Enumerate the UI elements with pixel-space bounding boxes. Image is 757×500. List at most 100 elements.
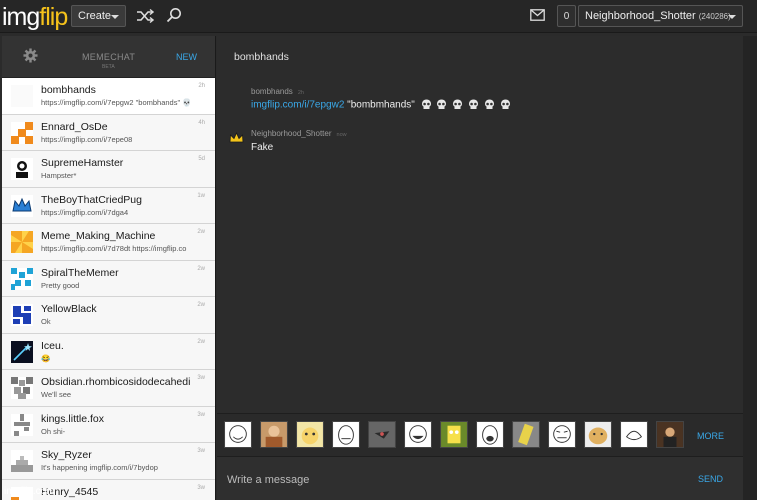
skull-icon [453, 99, 463, 109]
message-link[interactable]: imgflip.com/i/7epgw2 [251, 100, 344, 111]
thread-spiralthememer[interactable]: SpiralTheMemer Pretty good 2w [2, 260, 215, 297]
top-bar: imgflip Create 0 Neighborhood_Shotter (2… [0, 0, 757, 33]
thread-name: SupremeHamster [41, 157, 124, 169]
thread-preview: It's happening imgflip.com/i/7bydop [41, 463, 158, 472]
thread-theboythatcriedpug[interactable]: TheBoyThatCriedPug https://imgflip.com/i… [2, 187, 215, 224]
thread-time: 2w [197, 265, 205, 272]
thread-time: 2w [197, 302, 205, 308]
thread-kings-little-fox[interactable]: kings.little.fox Oh shi- 3w [2, 406, 215, 443]
create-button[interactable]: Create [71, 5, 126, 27]
meme-thumbnail[interactable] [404, 421, 432, 448]
thread-name: TheBoyThatCriedPug [41, 193, 142, 206]
avatar [11, 85, 33, 107]
mail-icon[interactable] [530, 9, 545, 21]
message-input[interactable] [227, 472, 667, 488]
send-button[interactable]: SEND [698, 474, 723, 484]
thread-supremehamster[interactable]: SupremeHamster Hampster* 5d [2, 151, 215, 188]
thread-time: 3w [197, 484, 205, 491]
meme-thumbnail[interactable] [368, 421, 396, 448]
message-composer: SEND [217, 456, 743, 500]
avatar [11, 450, 33, 472]
gear-icon[interactable] [23, 48, 38, 63]
meme-thumbnail[interactable] [296, 421, 324, 448]
sidebar-header: MEMECHAT BETA NEW [2, 36, 215, 78]
thread-time: 5d [198, 156, 205, 162]
avatar [11, 340, 33, 363]
meme-thumbnail[interactable] [440, 421, 468, 448]
skull-icon [468, 99, 478, 109]
thread-preview: Pretty good [41, 280, 80, 290]
thread-name: Sky_Ryzer [41, 449, 92, 461]
memechat-sidebar: MEMECHAT BETA NEW bombhands https://imgf… [2, 36, 216, 500]
thread-yellowblack[interactable]: YellowBlack Ok 2w [2, 297, 215, 334]
new-chat-button[interactable]: NEW [176, 52, 197, 62]
message-time: now [336, 132, 347, 138]
thread-preview: Ok [41, 317, 51, 326]
beta-label: BETA [102, 64, 115, 70]
thread-iceu[interactable]: Iceu. 😂 2w [2, 333, 215, 370]
thread-preview: We'll see [41, 390, 72, 399]
thread-name: kings.little.fox [41, 412, 105, 425]
username: Neighborhood_Shotter [585, 10, 696, 22]
thread-time: 2h [198, 83, 205, 89]
avatar [11, 231, 33, 253]
shuffle-icon[interactable] [136, 8, 154, 24]
author-name: Neighborhood_Shotter [251, 129, 332, 138]
message-author: Neighborhood_Shotter now [251, 129, 347, 138]
thread-sky-ryzer[interactable]: Sky_Ryzer It's happening imgflip.com/i/7… [2, 443, 215, 480]
thread-meme-making-machine[interactable]: Meme_Making_Machine https://imgflip.com/… [2, 224, 215, 261]
thread-time: 3w [197, 411, 205, 418]
chevron-down-icon [728, 15, 736, 19]
avatar [11, 121, 33, 144]
thread-ennard-osde[interactable]: Ennard_OsDe https://imgflip.com/i/7epe08… [2, 114, 215, 151]
skull-icon [500, 99, 510, 109]
thread-preview: Hampster* [41, 171, 77, 180]
meme-thumbnail[interactable] [476, 421, 504, 448]
thread-time: 2w [197, 338, 205, 345]
message-body: imgflip.com/i/7epgw2 "bombmhands" [251, 99, 513, 111]
meme-thumbnail[interactable] [656, 421, 684, 448]
thread-name: Iceu. [41, 339, 64, 352]
memechat-title: MEMECHAT [82, 52, 136, 62]
more-memes-button[interactable]: MORE [697, 431, 724, 441]
skull-icon [437, 99, 447, 109]
thread-name: YellowBlack [41, 303, 97, 315]
thread-obsidian[interactable]: Obsidian.rhombicosidodecahedi We'll see … [2, 370, 215, 407]
avatar [11, 377, 33, 399]
thread-name: Ennard_OsDe [41, 120, 108, 133]
skull-icon [484, 99, 494, 109]
meme-thumbnail[interactable] [512, 421, 540, 448]
search-icon[interactable] [166, 7, 182, 23]
thread-preview: https://imgflip.com/i/7epe08 [41, 134, 133, 144]
meme-thumbnail[interactable] [620, 421, 648, 448]
conversation-title: bombhands [234, 51, 289, 63]
avatar [11, 413, 33, 436]
thread-preview: https://imgflip.com/i/7d78dt https://img… [41, 244, 187, 253]
thread-time: 3w [197, 375, 205, 381]
thread-time: 4h [198, 119, 205, 126]
avatar [11, 304, 33, 326]
meme-thumbnail[interactable] [224, 421, 252, 448]
message-body: Fake [251, 142, 273, 153]
meme-thumbnail[interactable] [548, 421, 576, 448]
imgflip-logo[interactable]: imgflip [2, 3, 68, 32]
thread-bombhands[interactable]: bombhands https://imgflip.com/i/7epgw2 "… [2, 78, 215, 115]
logo-accent: flip [39, 3, 68, 31]
meme-thumbnail[interactable] [584, 421, 612, 448]
thread-preview: 😂 [41, 353, 51, 363]
thread-name: Meme_Making_Machine [41, 230, 156, 242]
meme-template-strip: MORE [217, 413, 743, 456]
scroll-gutter [743, 36, 757, 500]
user-menu-button[interactable]: Neighborhood_Shotter (240286) [578, 5, 743, 27]
meme-thumbnail[interactable] [332, 421, 360, 448]
crown-icon [229, 132, 244, 143]
thread-name: Obsidian.rhombicosidodecahedi [41, 376, 191, 388]
notification-count[interactable]: 0 [557, 5, 576, 27]
conversation-panel: bombhands bombhands 2h imgflip.com/i/7epg… [217, 36, 743, 500]
chevron-down-icon [111, 15, 119, 19]
thread-name: bombhands [41, 84, 96, 96]
thread-name: SpiralTheMemer [41, 266, 119, 279]
thread-preview: Oh shi- [41, 426, 66, 436]
avatar [11, 194, 33, 217]
meme-thumbnail[interactable] [260, 421, 288, 448]
